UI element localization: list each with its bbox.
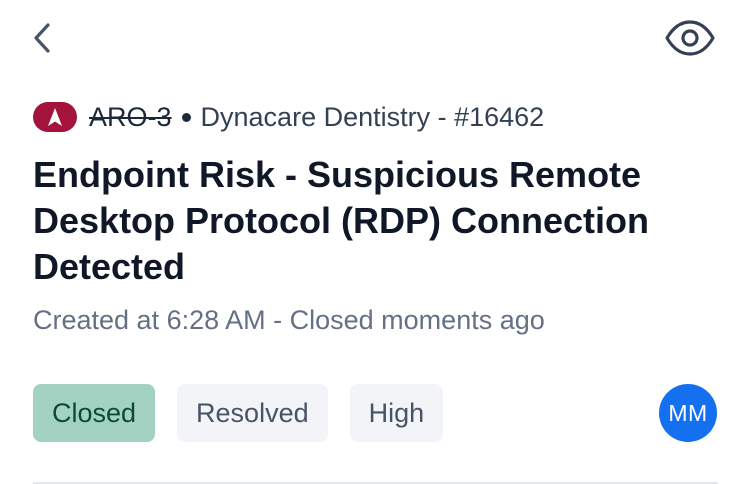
severity-badge[interactable]: High [349,384,444,442]
assignee-avatar[interactable]: MM [659,384,717,442]
resolution-badge[interactable]: Resolved [177,384,328,442]
ticket-title: Endpoint Risk - Suspicious Remote Deskto… [33,154,650,287]
organization-ticket-number: Dynacare Dentistry - #16462 [200,101,545,132]
status-badge[interactable]: Closed [33,384,156,442]
separator-dot [181,112,191,122]
ticket-meta-row: ARO-3 Dynacare Dentistry - #16462 [33,98,544,136]
ticket-tags: Closed Resolved High [33,384,444,442]
eye-icon [665,20,715,56]
back-button[interactable] [26,18,58,58]
top-bar [0,0,748,76]
chevron-left-icon [34,23,50,53]
ticket-ref-code[interactable]: ARO-3 [89,102,172,133]
visibility-toggle-button[interactable] [660,16,720,60]
ticket-timestamps: Created at 6:28 AM - Closed moments ago [33,305,545,335]
priority-up-icon [33,102,77,132]
